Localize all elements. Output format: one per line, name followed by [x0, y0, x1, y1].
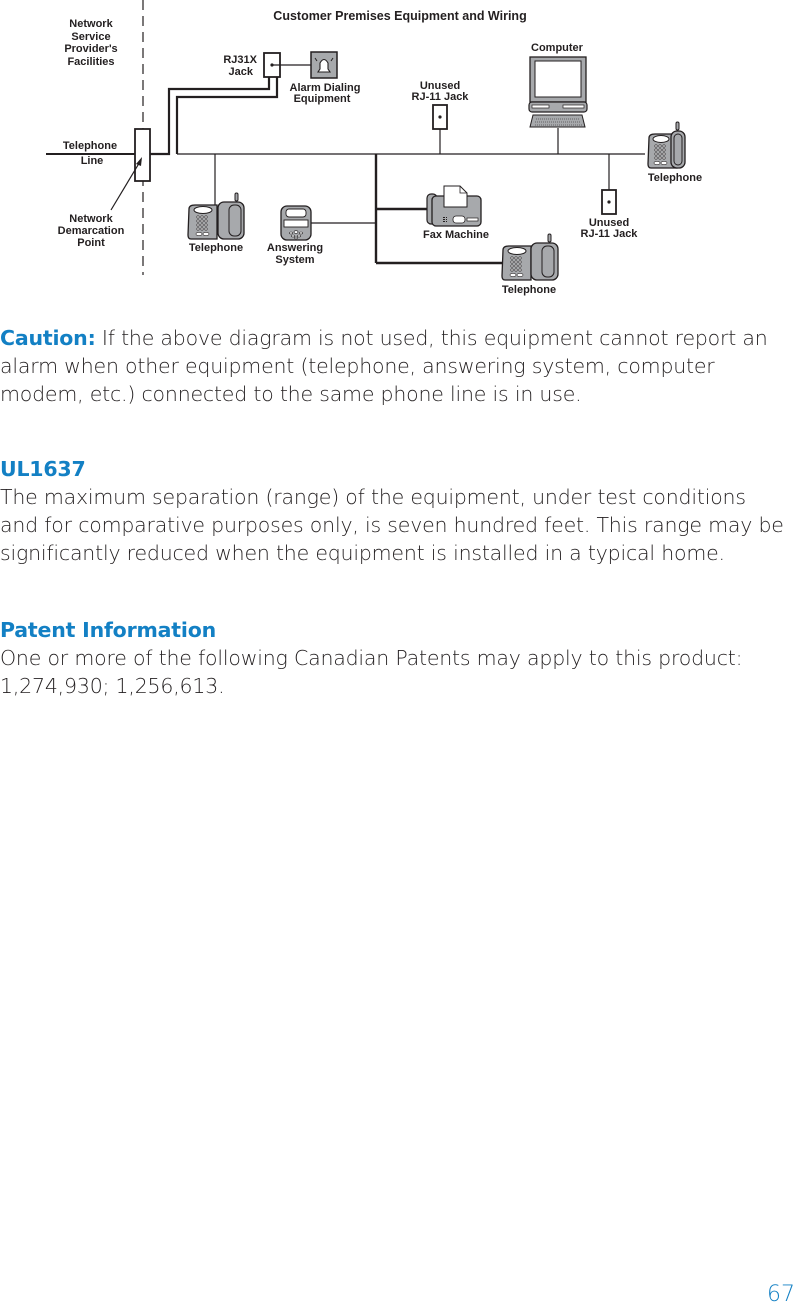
svg-text:Jack: Jack [229, 66, 254, 78]
alarm-dialing-equipment [310, 51, 338, 79]
ul1637-line: The maximum separation (range) of the eq… [0, 485, 746, 509]
caution-section: Caution: If the above diagram is not use… [0, 324, 795, 408]
answering-system-label: Answering System [267, 242, 323, 266]
caution-heading: Caution: [0, 326, 96, 350]
wiring-diagram: Customer Premises Equipment and Wiring N… [46, 0, 702, 296]
telephone-left-label: Telephone [189, 242, 243, 254]
caution-text: If the above diagram is not used, this e… [0, 326, 768, 406]
svg-text:Network: Network [69, 18, 113, 30]
ul1637-line: significantly reduced when the equipment… [0, 541, 725, 565]
caution-paragraph: Caution: If the above diagram is not use… [0, 324, 795, 408]
fax-machine-label: Fax Machine [423, 229, 489, 241]
diagram-title: Customer Premises Equipment and Wiring [273, 9, 526, 23]
network-demarcation-label: Network Demarcation Point [58, 213, 125, 249]
answering-system-icon [280, 205, 312, 241]
ul1637-heading: UL1637 [0, 457, 86, 481]
demarcation-arrow [110, 159, 142, 211]
network-service-label: Network Service Provider's Facilities [64, 18, 117, 68]
rj31x-label: RJ31X Jack [223, 54, 257, 78]
svg-text:Equipment: Equipment [294, 93, 351, 105]
ul1637-section: UL1637 The maximum separation (range) of… [0, 455, 795, 567]
computer-label: Computer [531, 42, 584, 54]
alarm-dialing-label: Alarm Dialing Equipment [290, 82, 361, 105]
svg-text:Telephone: Telephone [63, 140, 117, 152]
unused-jack-bottom-label: Unused RJ-11 Jack [581, 217, 639, 240]
telephone-bottom-label: Telephone [502, 284, 556, 296]
fax-machine-icon [426, 185, 482, 227]
svg-text:Point: Point [77, 237, 105, 249]
telephone-right-label: Telephone [648, 172, 702, 184]
patent-line: One or more of the following Canadian Pa… [0, 646, 743, 670]
wire-from-rj31x-out [175, 76, 279, 154]
demarcation-box [134, 128, 151, 182]
svg-text:RJ-11 Jack: RJ-11 Jack [581, 228, 639, 240]
svg-text:Facilities: Facilities [67, 56, 114, 68]
svg-text:Demarcation: Demarcation [58, 225, 125, 237]
svg-text:RJ-11 Jack: RJ-11 Jack [412, 91, 470, 103]
patent-line: 1,274,930; 1,256,613. [0, 674, 225, 698]
patent-section: Patent Information One or more of the fo… [0, 616, 795, 700]
patent-heading: Patent Information [0, 618, 216, 642]
wire-to-rj31x-in [150, 76, 271, 156]
svg-text:Line: Line [81, 155, 104, 167]
telephone-left-icon [187, 192, 245, 240]
unused-jack-top-label: Unused RJ-11 Jack [412, 80, 470, 103]
telephone-bottom-icon [501, 233, 559, 281]
computer-icon [528, 56, 588, 128]
svg-text:Service: Service [71, 31, 110, 43]
telephone-right-icon [647, 121, 686, 169]
svg-text:Provider's: Provider's [64, 43, 117, 55]
svg-text:Answering: Answering [267, 242, 323, 254]
svg-text:RJ31X: RJ31X [223, 54, 257, 66]
svg-text:Network: Network [69, 213, 113, 225]
page-number: 67 [767, 1282, 795, 1307]
svg-text:System: System [275, 254, 314, 266]
ul1637-line: and for comparative purposes only, is se… [0, 513, 784, 537]
